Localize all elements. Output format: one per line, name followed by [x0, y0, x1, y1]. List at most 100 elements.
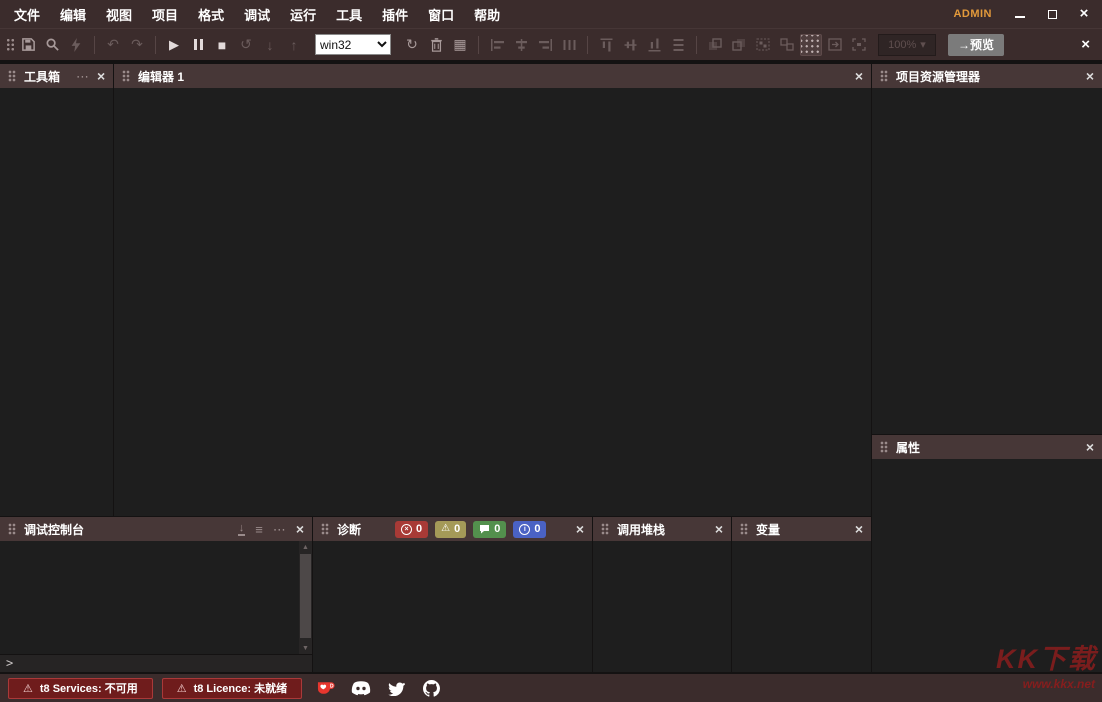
fit-selection-button[interactable]	[824, 34, 846, 56]
play-button[interactable]: ▶	[163, 34, 185, 56]
platform-select[interactable]: win32	[315, 34, 391, 55]
pause-button[interactable]	[187, 34, 209, 56]
window-controls: ADMIN ×	[953, 6, 1098, 22]
preview-button[interactable]: →预览	[948, 34, 1004, 56]
align-middle-button[interactable]	[619, 34, 641, 56]
align-center-button[interactable]	[510, 34, 532, 56]
align-bottom-icon	[648, 38, 660, 51]
snap-grid-toggle[interactable]	[800, 34, 822, 56]
variables-header: 变量 ×	[732, 517, 871, 541]
drag-handle-icon[interactable]	[880, 70, 888, 82]
drag-handle-icon[interactable]	[8, 70, 16, 82]
scrollbar-thumb[interactable]	[300, 554, 311, 638]
drag-handle-icon[interactable]	[880, 441, 888, 453]
step-into-button[interactable]: ↓	[259, 34, 281, 56]
close-icon[interactable]: ×	[855, 522, 863, 536]
close-icon[interactable]: ×	[576, 522, 584, 536]
drag-handle-icon[interactable]	[601, 523, 609, 535]
toolbox-body	[0, 88, 113, 516]
licence-warning-button[interactable]: ⚠ t8 Licence: 未就绪	[162, 678, 302, 699]
redo-button[interactable]: ↷	[126, 34, 148, 56]
drag-handle-icon[interactable]	[8, 523, 16, 535]
debug-console-tools: ↓ ≡ ⋯ ×	[238, 522, 304, 536]
more-icon[interactable]: ⋯	[273, 523, 286, 536]
message-icon	[479, 524, 490, 534]
align-top-button[interactable]	[595, 34, 617, 56]
toolbar-separator	[478, 36, 479, 54]
restart-button[interactable]: ↺	[235, 34, 257, 56]
discord-icon[interactable]	[350, 677, 372, 699]
menu-project[interactable]: 项目	[142, 5, 188, 24]
group-button[interactable]	[752, 34, 774, 56]
menu-help[interactable]: 帮助	[464, 5, 510, 24]
zoom-select[interactable]: 100% ▾	[878, 34, 936, 56]
errors-badge[interactable]: × 0	[395, 521, 428, 538]
twitter-icon[interactable]	[385, 677, 407, 699]
quick-run-button[interactable]	[65, 34, 87, 56]
toolbar-drag-handle-icon[interactable]	[6, 38, 15, 51]
distribute-vertical-button[interactable]	[667, 34, 689, 56]
warnings-count: 0	[454, 523, 460, 535]
align-middle-icon	[624, 38, 636, 51]
editor-canvas[interactable]	[114, 88, 871, 516]
minimize-icon	[1015, 16, 1025, 18]
warnings-badge[interactable]: ⚠ 0	[435, 521, 466, 538]
close-icon[interactable]: ×	[715, 522, 723, 536]
menu-tools[interactable]: 工具	[326, 5, 372, 24]
delete-button[interactable]	[425, 34, 447, 56]
window-close-button[interactable]: ×	[1076, 6, 1092, 22]
menu-view[interactable]: 视图	[96, 5, 142, 24]
drag-handle-icon[interactable]	[321, 523, 329, 535]
scrollbar-down-icon[interactable]: ▼	[299, 642, 312, 654]
more-icon[interactable]: ⋯	[76, 70, 89, 83]
grid-view-button[interactable]: ▦	[449, 34, 471, 56]
kofi-icon[interactable]	[315, 677, 337, 699]
align-right-button[interactable]	[534, 34, 556, 56]
minimize-button[interactable]	[1012, 6, 1028, 22]
ungroup-button[interactable]	[776, 34, 798, 56]
close-icon[interactable]: ×	[1086, 69, 1094, 83]
console-scrollbar[interactable]: ▲ ▼	[299, 541, 312, 654]
step-out-button[interactable]: ↑	[283, 34, 305, 56]
messages-badge[interactable]: 0	[473, 521, 506, 538]
scrollbar-up-icon[interactable]: ▲	[299, 541, 312, 553]
menu-plugins[interactable]: 插件	[372, 5, 418, 24]
align-bottom-button[interactable]	[643, 34, 665, 56]
close-icon[interactable]: ×	[855, 69, 863, 83]
distribute-horizontal-button[interactable]	[558, 34, 580, 56]
scroll-to-bottom-icon[interactable]: ↓	[238, 523, 246, 536]
search-button[interactable]	[41, 34, 63, 56]
toolbar-close-icon[interactable]: ×	[1081, 36, 1096, 53]
fit-screen-button[interactable]	[848, 34, 870, 56]
close-icon[interactable]: ×	[1086, 440, 1094, 454]
diagnostics-badges: × 0 ⚠ 0 0 i 0	[395, 521, 546, 538]
github-icon[interactable]	[420, 677, 442, 699]
undo-button[interactable]: ↶	[102, 34, 124, 56]
refresh-button[interactable]: ↻	[401, 34, 423, 56]
menu-file[interactable]: 文件	[4, 5, 50, 24]
console-prompt-input[interactable]: >	[0, 654, 312, 672]
close-icon[interactable]: ×	[97, 69, 105, 83]
info-badge[interactable]: i 0	[513, 521, 546, 538]
menu-debug[interactable]: 调试	[234, 5, 280, 24]
info-icon: i	[519, 524, 530, 535]
word-wrap-icon[interactable]: ≡	[255, 523, 263, 536]
panel-diagnostics: 诊断 × 0 ⚠ 0 0 i 0 ×	[313, 517, 592, 672]
menu-edit[interactable]: 编辑	[50, 5, 96, 24]
send-backward-button[interactable]	[728, 34, 750, 56]
toolbar-separator	[696, 36, 697, 54]
bring-forward-button[interactable]	[704, 34, 726, 56]
maximize-button[interactable]	[1044, 6, 1060, 22]
admin-label: ADMIN	[953, 8, 992, 20]
menu-format[interactable]: 格式	[188, 5, 234, 24]
align-left-button[interactable]	[486, 34, 508, 56]
menu-window[interactable]: 窗口	[418, 5, 464, 24]
menu-run[interactable]: 运行	[280, 5, 326, 24]
services-warning-button[interactable]: ⚠ t8 Services: 不可用	[8, 678, 153, 699]
save-button[interactable]	[17, 34, 39, 56]
close-icon[interactable]: ×	[296, 522, 304, 536]
drag-handle-icon[interactable]	[122, 70, 130, 82]
call-stack-title: 调用堆栈	[617, 521, 665, 538]
stop-button[interactable]: ■	[211, 34, 233, 56]
drag-handle-icon[interactable]	[740, 523, 748, 535]
